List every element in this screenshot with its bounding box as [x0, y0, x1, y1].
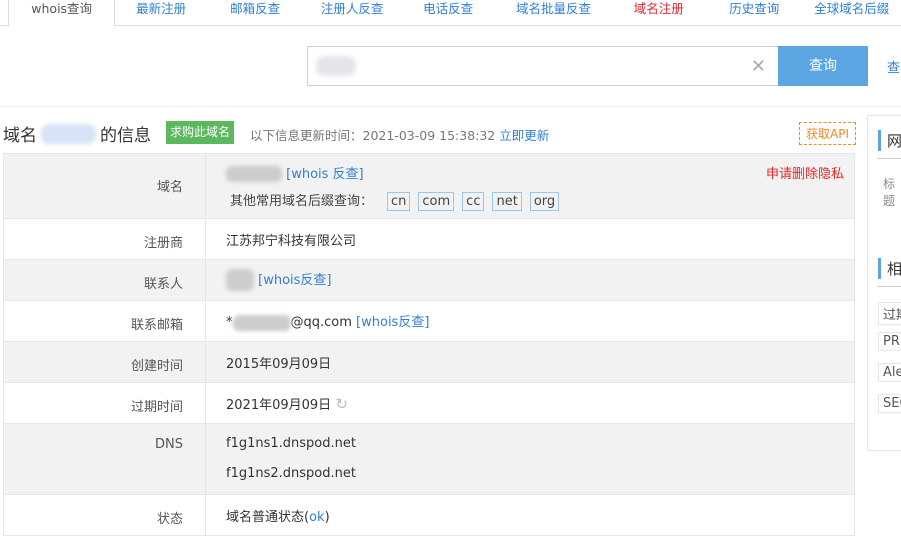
buy-domain-button[interactable]: 求购此域名: [166, 121, 235, 144]
table-row: 注册商 江苏邦宁科技有限公司: [3, 218, 855, 260]
row-label: 注册商: [3, 218, 206, 260]
clear-icon[interactable]: ✕: [751, 56, 766, 77]
page-title: 域名 的信息: [3, 121, 151, 146]
table-row: 过期时间 2021年09月09日 ↻: [3, 382, 855, 424]
table-row: 状态 域名普通状态(ok): [3, 494, 855, 536]
title-prefix: 域名: [3, 126, 37, 146]
table-row: 联系人 [whois反查]: [3, 259, 855, 301]
side-panel: 网 标题 相 过期 PR Alexa SEO: [867, 115, 901, 451]
created-value: 2015年09月09日: [205, 341, 855, 383]
table-row: 域名 [whois 反查] 申请删除隐私 其他常用域名后缀查询： cn com cc ne…: [3, 153, 855, 219]
tab-email-reverse[interactable]: 邮箱反查: [207, 0, 303, 26]
whois-reverse-link[interactable]: [whois 反查]: [286, 167, 364, 182]
divider: [878, 158, 901, 159]
email-suffix: @qq.com: [290, 315, 352, 331]
whois-table: 域名 [whois 反查] 申请删除隐私 其他常用域名后缀查询： cn com cc ne…: [3, 153, 855, 536]
side-subtitle: 标题: [883, 177, 896, 208]
tab-whois[interactable]: whois查询: [8, 0, 116, 27]
expires-value: 2021年09月09日: [226, 397, 332, 413]
search-input[interactable]: ✕: [307, 46, 779, 86]
tab-phone-reverse[interactable]: 电话反查: [401, 0, 496, 26]
update-time: 以下信息更新时间：2021-03-09 15:38:32: [250, 128, 496, 143]
email-prefix: *: [226, 315, 233, 331]
tab-domain-registration[interactable]: 域名注册: [612, 0, 707, 26]
side-heading: 网: [878, 130, 901, 151]
row-label: 创建时间: [3, 341, 206, 383]
blurred-domain: [226, 166, 282, 183]
table-row: 联系邮箱 * @qq.com [whois反查]: [3, 300, 855, 342]
status-value: 域名普通状态(: [226, 509, 310, 525]
email-whois-link[interactable]: [whois反查]: [356, 315, 429, 330]
dns-server: f1g1ns2.dnspod.net: [226, 466, 356, 481]
blurred-domain: [41, 123, 96, 144]
blurred-email: [232, 314, 291, 331]
row-label: 联系人: [3, 259, 206, 301]
dns-server: f1g1ns1.dnspod.net: [226, 436, 356, 451]
update-info: 以下信息更新时间：2021-03-09 15:38:32 立即更新: [250, 125, 549, 144]
tab-registrant-reverse[interactable]: 注册人反查: [303, 0, 400, 26]
tab-history[interactable]: 历史查询: [706, 0, 802, 26]
title-suffix: 的信息: [100, 126, 151, 146]
tab-bulk-reverse[interactable]: 域名批量反查: [495, 0, 611, 26]
contact-whois-link[interactable]: [whois反查]: [258, 273, 331, 288]
row-label: 联系邮箱: [3, 300, 206, 342]
suffix-net[interactable]: net: [492, 192, 522, 212]
update-now-link[interactable]: 立即更新: [499, 128, 549, 143]
row-label: 域名: [3, 153, 206, 219]
divider: [0, 106, 901, 107]
side-item[interactable]: 过期: [878, 302, 901, 325]
side-item[interactable]: SEO: [878, 394, 901, 413]
suffix-com[interactable]: com: [418, 192, 455, 212]
suffix-cn[interactable]: cn: [387, 192, 411, 212]
suffix-label: 其他常用域名后缀查询：: [230, 194, 374, 210]
row-label: 状态: [3, 494, 206, 536]
row-label: DNS: [3, 423, 206, 495]
divider: [878, 286, 901, 287]
refresh-icon[interactable]: ↻: [335, 395, 348, 413]
more-link[interactable]: 查: [887, 57, 900, 76]
side-heading: 相: [878, 258, 901, 279]
table-row: 创建时间 2015年09月09日: [3, 341, 855, 383]
tab-global-suffix[interactable]: 全球域名后缀: [803, 0, 901, 26]
status-code-link[interactable]: ok: [309, 510, 324, 525]
nav-tabs: whois查询 最新注册 邮箱反查 注册人反查 电话反查 域名批量反查 域名注册…: [0, 0, 901, 27]
side-item[interactable]: PR: [878, 332, 901, 351]
blurred-query: [316, 56, 356, 76]
row-label: 过期时间: [3, 382, 206, 424]
privacy-removal-link[interactable]: 申请删除隐私: [766, 163, 844, 182]
status-close: ): [324, 509, 330, 525]
registrar-value: 江苏邦宁科技有限公司: [205, 218, 855, 260]
side-item[interactable]: Alexa: [878, 363, 901, 382]
get-api-button[interactable]: 获取API: [799, 122, 856, 145]
blurred-contact: [226, 269, 254, 292]
table-row: DNS f1g1ns1.dnspod.net f1g1ns2.dnspod.net: [3, 423, 855, 495]
suffix-cc[interactable]: cc: [462, 192, 485, 212]
search-button[interactable]: 查询: [778, 46, 868, 86]
tab-latest-registration[interactable]: 最新注册: [115, 0, 207, 26]
suffix-org[interactable]: org: [529, 192, 560, 212]
